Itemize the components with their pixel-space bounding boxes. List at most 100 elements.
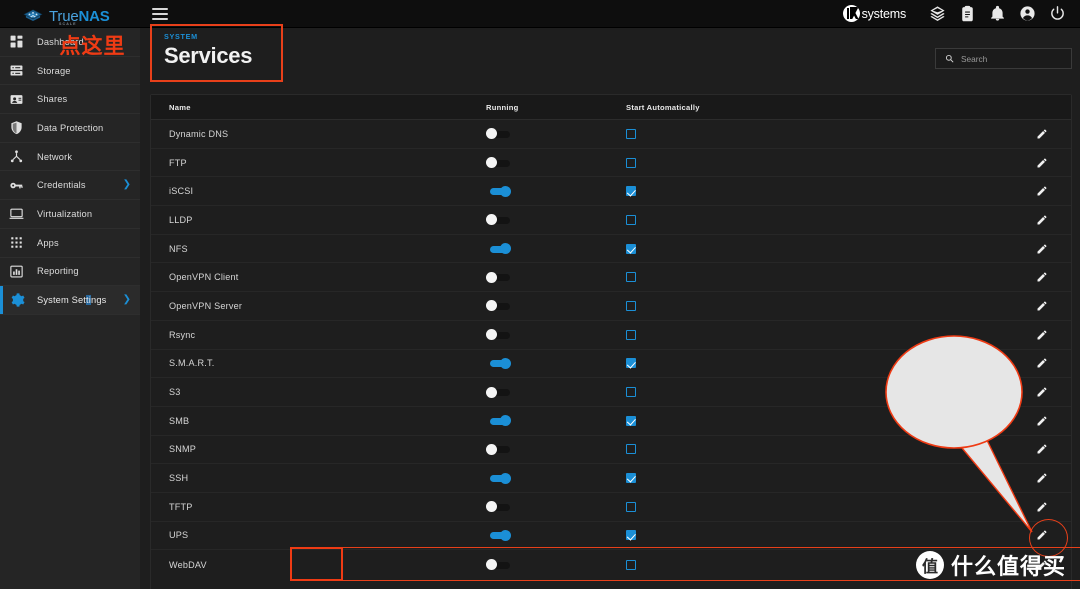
running-toggle[interactable] xyxy=(486,386,512,398)
table-row[interactable]: NFS xyxy=(151,235,1071,264)
running-toggle[interactable] xyxy=(486,415,512,427)
edit-pencil-icon[interactable] xyxy=(1036,386,1048,398)
sidebar-item-shares[interactable]: Shares xyxy=(0,85,140,115)
search-box[interactable] xyxy=(935,48,1072,69)
running-toggle[interactable] xyxy=(486,501,512,513)
sidebar-item-reporting[interactable]: Reporting xyxy=(0,258,140,287)
callout-text: 点这里 xyxy=(59,34,126,58)
sidebar-item-network[interactable]: Network xyxy=(0,143,140,172)
hamburger-menu-icon[interactable] xyxy=(151,7,168,20)
table-row[interactable]: LLDP xyxy=(151,206,1071,235)
start-automatically-checkbox[interactable] xyxy=(626,214,636,225)
storage-disks-icon xyxy=(8,62,25,79)
running-toggle[interactable] xyxy=(486,529,512,541)
service-name: SMB xyxy=(169,415,190,426)
table-row[interactable]: SNMP xyxy=(151,436,1071,465)
start-automatically-checkbox[interactable] xyxy=(626,501,636,512)
running-toggle[interactable] xyxy=(486,300,512,312)
start-automatically-checkbox[interactable] xyxy=(626,530,636,541)
table-row[interactable]: OpenVPN Server xyxy=(151,292,1071,321)
table-header-row: Name Running Start Automatically xyxy=(151,95,1071,120)
table-row[interactable]: Dynamic DNS xyxy=(151,120,1071,149)
start-automatically-checkbox[interactable] xyxy=(626,272,636,283)
table-row[interactable]: UPS xyxy=(151,522,1071,551)
shield-icon xyxy=(8,119,25,136)
edit-pencil-icon[interactable] xyxy=(1036,357,1048,369)
edit-pencil-icon[interactable] xyxy=(1036,415,1048,427)
edit-pencil-icon[interactable] xyxy=(1036,243,1048,255)
sidebar-item-data-protection[interactable]: Data Protection xyxy=(0,114,140,143)
running-toggle[interactable] xyxy=(486,329,512,341)
sidebar-item-apps[interactable]: Apps xyxy=(0,229,140,258)
table-row[interactable]: OpenVPN Client xyxy=(151,263,1071,293)
table-row[interactable]: SMB xyxy=(151,407,1071,436)
edit-pencil-icon-ups[interactable] xyxy=(1036,529,1048,541)
edit-pencil-icon[interactable] xyxy=(1036,185,1048,197)
start-automatically-checkbox[interactable] xyxy=(626,559,636,570)
gear-icon xyxy=(8,292,25,309)
notifications-bell-icon[interactable] xyxy=(989,5,1006,22)
table-row[interactable]: TFTP xyxy=(151,493,1071,522)
start-automatically-checkbox[interactable] xyxy=(626,157,636,168)
start-automatically-checkbox[interactable] xyxy=(626,186,636,197)
column-header-name: Name xyxy=(169,102,191,112)
running-toggle[interactable] xyxy=(486,357,512,369)
account-circle-icon[interactable] xyxy=(1019,5,1036,22)
start-automatically-checkbox[interactable] xyxy=(626,329,636,340)
running-toggle[interactable] xyxy=(486,559,512,571)
start-automatically-checkbox[interactable] xyxy=(626,444,636,455)
ix-systems-wordmark: systems xyxy=(861,6,907,21)
sidebar-item-storage[interactable]: Storage xyxy=(0,57,140,86)
key-icon xyxy=(8,177,25,194)
running-toggle[interactable] xyxy=(486,157,512,169)
running-toggle[interactable] xyxy=(486,185,512,197)
search-input[interactable] xyxy=(961,53,1061,64)
monitor-icon xyxy=(8,205,25,222)
table-row[interactable]: SSH xyxy=(151,464,1071,493)
running-toggle[interactable] xyxy=(486,128,512,140)
power-icon[interactable] xyxy=(1049,5,1066,22)
truenas-brand[interactable]: TrueNAS SCALE xyxy=(22,0,110,28)
running-toggle[interactable] xyxy=(486,271,512,283)
service-name: OpenVPN Server xyxy=(169,300,243,311)
edit-pencil-icon[interactable] xyxy=(1036,271,1048,283)
edit-pencil-icon[interactable] xyxy=(1036,472,1048,484)
running-toggle[interactable] xyxy=(486,243,512,255)
start-automatically-checkbox[interactable] xyxy=(626,358,636,369)
table-row[interactable]: FTP xyxy=(151,149,1071,178)
edit-pencil-icon[interactable] xyxy=(1036,214,1048,226)
edit-pencil-icon[interactable] xyxy=(1036,300,1048,312)
table-row[interactable]: S3 xyxy=(151,378,1071,407)
main-content: SYSTEM Services Name Running Start Autom… xyxy=(140,24,1080,589)
bar-chart-icon xyxy=(8,263,25,280)
start-automatically-checkbox[interactable] xyxy=(626,473,636,484)
edit-pencil-icon[interactable] xyxy=(1036,501,1048,513)
edit-pencil-icon[interactable] xyxy=(1036,157,1048,169)
edit-pencil-icon[interactable] xyxy=(1036,128,1048,140)
start-automatically-checkbox[interactable] xyxy=(626,415,636,426)
task-manager-clipboard-icon[interactable] xyxy=(959,5,976,22)
table-row[interactable]: Rsync xyxy=(151,321,1071,350)
network-nodes-icon xyxy=(8,148,25,165)
sidebar-item-credentials[interactable]: Credentials ❯ xyxy=(0,171,140,201)
start-automatically-checkbox[interactable] xyxy=(626,300,636,311)
sidebar-item-label: Storage xyxy=(37,65,71,76)
service-name: LLDP xyxy=(169,214,193,225)
sidebar-item-virtualization[interactable]: Virtualization xyxy=(0,200,140,229)
running-toggle[interactable] xyxy=(486,214,512,226)
service-name: S3 xyxy=(169,387,181,398)
edit-pencil-icon[interactable] xyxy=(1036,443,1048,455)
start-automatically-checkbox[interactable] xyxy=(626,128,636,139)
running-toggle[interactable] xyxy=(486,443,512,455)
start-automatically-checkbox[interactable] xyxy=(626,243,636,254)
services-table-card: Name Running Start Automatically Dynamic… xyxy=(150,94,1072,589)
edit-pencil-icon[interactable] xyxy=(1036,329,1048,341)
start-automatically-checkbox[interactable] xyxy=(626,387,636,398)
column-header-running: Running xyxy=(486,102,519,112)
sidebar-item-label: Data Protection xyxy=(37,122,104,133)
running-toggle[interactable] xyxy=(486,472,512,484)
table-row[interactable]: S.M.A.R.T. xyxy=(151,350,1071,379)
apps-layers-icon[interactable] xyxy=(929,5,946,22)
table-row[interactable]: iSCSI xyxy=(151,177,1071,207)
sidebar-item-system-settings[interactable]: System Settings ❯ xyxy=(0,286,140,315)
